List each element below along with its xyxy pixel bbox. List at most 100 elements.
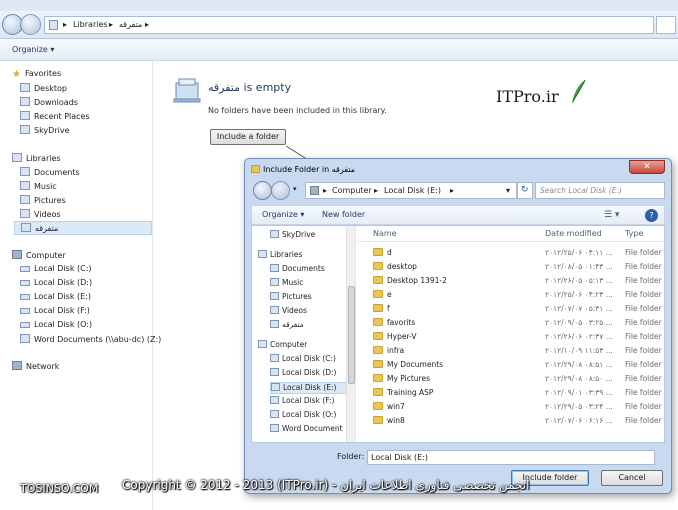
file-row[interactable]: desktop ۲۰۱۲/۰۸/۰۵ ۰۱:۴۳ ... File folder	[357, 260, 665, 274]
file-row[interactable]: e ۲۰۱۲/۲۵/۰۶ ۰۴:۲۳ ... File folder	[357, 288, 665, 302]
dialog-search-input[interactable]: Search Local Disk (E:)	[535, 182, 665, 199]
nav-network[interactable]: Network	[12, 361, 59, 371]
nav-item-desktop[interactable]: Desktop	[20, 83, 67, 95]
nav-item-videos[interactable]: Videos	[20, 209, 61, 221]
nav-item-disk-f[interactable]: Local Disk (F:)	[20, 306, 90, 318]
refresh-icon: ↻	[521, 185, 529, 195]
column-name[interactable]: Name	[373, 229, 397, 238]
file-row[interactable]: favorits ۲۰۱۲/۰۹/۰۵ ۰۳:۲۵ ... File folder	[357, 316, 665, 330]
file-row[interactable]: d ۲۰۱۲/۲۵/۰۶ ۰۴:۱۱ ... File folder	[357, 246, 665, 260]
nav-item-music[interactable]: Music	[20, 181, 57, 193]
file-name: favorits	[387, 318, 416, 327]
organize-button[interactable]: Organize ▾	[12, 45, 54, 54]
file-row[interactable]: Training ASP ۲۰۱۲/۰۹/۰۱ ۰۳:۳۹ ... File fol…	[357, 386, 665, 400]
refresh-button[interactable]: ↻	[517, 182, 533, 199]
nav-item-disk-c[interactable]: Local Disk (C:)	[20, 264, 92, 276]
nav-item-disk-o[interactable]: Local Disk (O:)	[20, 320, 92, 332]
dialog-nav-item[interactable]: Libraries	[258, 250, 302, 262]
forward-button[interactable]	[20, 14, 41, 35]
address-path[interactable]: ▸ Libraries ▸ متفرقه ▸	[44, 16, 654, 34]
dialog-nav-label: متفرقه	[282, 320, 304, 329]
chevron-right-icon: ▸	[323, 186, 328, 195]
file-row[interactable]: My Documents ۲۰۱۲/۲۹/۰۸ ۰۸:۵۱ ... File fol…	[357, 358, 665, 372]
file-row[interactable]: My Pictures ۲۰۱۲/۲۹/۰۸ ۰۸:۵۰ ... File fold…	[357, 372, 665, 386]
folder-input[interactable]: Local Disk (E:)	[367, 450, 655, 465]
folder-icon	[270, 368, 279, 376]
nav-favorites[interactable]: ★ Favorites	[12, 69, 61, 80]
include-folder-button[interactable]: Include a folder	[210, 129, 286, 145]
dialog-nav-item[interactable]: Local Disk (O:)	[270, 410, 336, 422]
music-icon	[20, 181, 30, 190]
dialog-toolbar: Organize ▾ New folder ☰ ▾ ?	[251, 205, 665, 225]
new-folder-button[interactable]: New folder	[322, 210, 365, 219]
empty-message: No folders have been included in this li…	[208, 106, 387, 115]
dialog-nav-item[interactable]: Local Disk (D:)	[270, 368, 336, 380]
chevron-down-icon[interactable]: ▾	[506, 186, 510, 195]
breadcrumb-disk[interactable]: Local Disk (E:)	[384, 186, 441, 195]
chevron-down-icon[interactable]: ▾	[293, 185, 297, 193]
chevron-right-icon: ▸	[109, 20, 114, 29]
file-date: ۲۰۱۲/۰۹/۰۱ ۰۳:۳۹ ...	[545, 388, 613, 397]
nav-item-downloads[interactable]: Downloads	[20, 97, 78, 109]
dialog-nav-item[interactable]: Word Document	[270, 424, 343, 436]
folder-icon	[270, 410, 279, 418]
file-row[interactable]: Desktop 1391-2 ۲۰۱۲/۲۶/۰۵ ۰۵:۱۳ ... File f…	[357, 274, 665, 288]
close-button[interactable]: ✕	[629, 160, 665, 174]
nav-scrollbar[interactable]	[346, 226, 355, 442]
nav-item-disk-d[interactable]: Local Disk (D:)	[20, 278, 92, 290]
nav-label: Desktop	[34, 84, 67, 93]
dialog-nav-item[interactable]: متفرقه	[270, 320, 304, 332]
breadcrumb-libraries[interactable]: Libraries	[73, 20, 108, 29]
dialog-nav-item[interactable]: Videos	[270, 306, 307, 318]
column-date-modified[interactable]: Date modified	[545, 229, 602, 238]
nav-item-network-drive[interactable]: Word Documents (\\abu-dc) (Z:)	[20, 334, 161, 346]
column-type[interactable]: Type	[625, 229, 643, 238]
dialog-nav-label: Local Disk (C:)	[282, 354, 336, 363]
dialog-nav-item[interactable]: Documents	[270, 264, 325, 276]
search-box[interactable]	[656, 16, 676, 34]
nav-label: Local Disk (O:)	[34, 320, 93, 329]
nav-item-documents[interactable]: Documents	[20, 167, 80, 179]
dialog-nav-item[interactable]: Computer	[258, 340, 307, 352]
nav-item-disk-e[interactable]: Local Disk (E:)	[20, 292, 91, 304]
dialog-navigation-pane: SkyDrive Libraries Documents Music Pictures V…	[252, 226, 356, 442]
nav-item-recent[interactable]: Recent Places	[20, 111, 90, 123]
scrollbar-thumb[interactable]	[348, 286, 355, 384]
dialog-nav-item[interactable]: Pictures	[270, 292, 312, 304]
videos-icon	[20, 209, 30, 218]
file-row[interactable]: Hyper-V ۲۰۱۲/۲۶/۰۶ ۰۲:۳۷ ... File folder	[357, 330, 665, 344]
view-options-icon[interactable]: ☰ ▾	[604, 210, 619, 220]
dialog-nav-item[interactable]: Local Disk (E:)	[270, 382, 354, 394]
brand-logo-text: ITPro.ir	[496, 87, 559, 106]
skydrive-icon	[20, 125, 30, 134]
breadcrumb-library[interactable]: متفرقه	[119, 20, 142, 29]
network-icon	[12, 361, 22, 370]
forward-button[interactable]	[271, 181, 290, 200]
breadcrumb-computer[interactable]: Computer	[332, 186, 372, 195]
dialog-nav-item[interactable]: SkyDrive	[270, 230, 315, 242]
dialog-nav-item[interactable]: Local Disk (C:)	[270, 354, 336, 366]
nav-item-pictures[interactable]: Pictures	[20, 195, 66, 207]
file-name: win7	[387, 402, 405, 411]
dialog-address-path[interactable]: ▸ Computer ▸ Local Disk (E:) ▸ ▾	[305, 182, 517, 199]
nav-item-skydrive[interactable]: SkyDrive	[20, 125, 70, 137]
nav-label: SkyDrive	[34, 126, 70, 135]
back-button[interactable]	[253, 181, 272, 200]
file-date: ۲۰۱۲/۰۸/۰۵ ۰۱:۴۳ ...	[545, 262, 613, 271]
dialog-body: SkyDrive Libraries Documents Music Pictures V…	[251, 225, 665, 443]
file-name: e	[387, 290, 392, 299]
help-icon[interactable]: ?	[645, 209, 658, 222]
file-row[interactable]: infra ۲۰۱۲/۱۰/۰۹ ۱۱:۵۳ ... File folder	[357, 344, 665, 358]
nav-computer[interactable]: Computer	[12, 250, 66, 260]
file-row[interactable]: f ۲۰۱۲/۰۷/۰۷ ۰۵:۳۱ ... File folder	[357, 302, 665, 316]
file-row[interactable]: win8 ۲۰۱۲/۰۷/۰۶ ۰۶:۱۶ ... File folder	[357, 414, 665, 428]
folder-icon	[373, 290, 383, 298]
nav-item-current-library[interactable]: متفرقه	[14, 221, 152, 235]
folder-icon	[270, 230, 279, 238]
file-row[interactable]: win7 ۲۰۱۲/۲۹/۰۵ ۰۳:۲۴ ... File folder	[357, 400, 665, 414]
nav-libraries[interactable]: Libraries	[12, 153, 61, 163]
dialog-nav-item[interactable]: Music	[270, 278, 303, 290]
dialog-nav-item[interactable]: Local Disk (F:)	[270, 396, 334, 408]
nav-label: Music	[34, 182, 57, 191]
organize-button[interactable]: Organize ▾	[262, 210, 304, 219]
